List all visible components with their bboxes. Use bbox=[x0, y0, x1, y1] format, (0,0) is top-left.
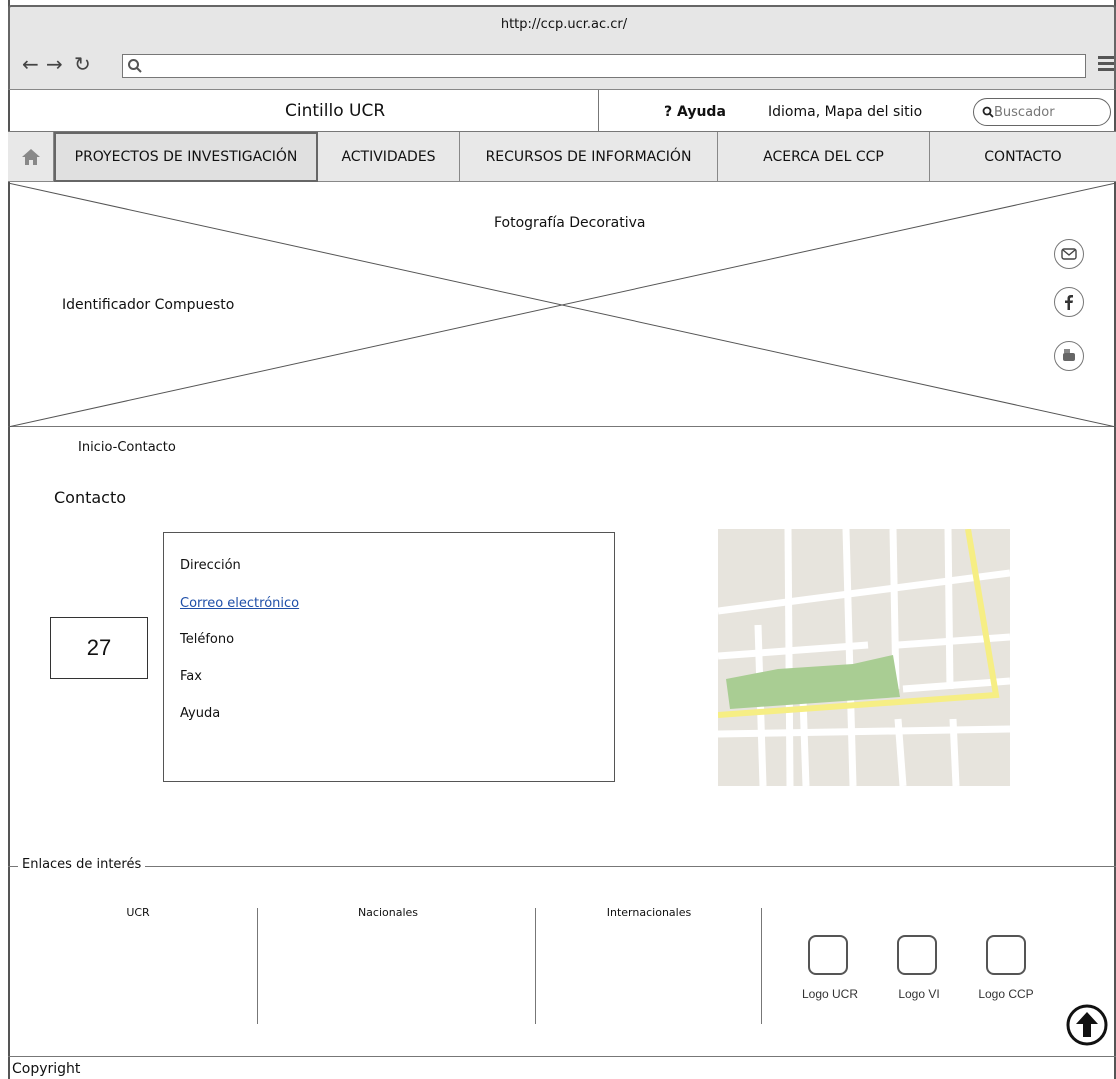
help-label: Ayuda bbox=[677, 104, 726, 120]
menu-proyectos[interactable]: PROYECTOS DE INVESTIGACIÓN bbox=[54, 132, 318, 182]
page-title: Contacto bbox=[54, 488, 127, 507]
annotation-number: 27 bbox=[50, 617, 148, 679]
question-icon: ? bbox=[664, 104, 677, 120]
email-icon[interactable] bbox=[1054, 239, 1084, 269]
forward-arrow-icon[interactable]: → bbox=[46, 54, 63, 74]
logo-vi-image[interactable] bbox=[897, 935, 937, 975]
home-button[interactable] bbox=[8, 132, 54, 182]
youtube-icon[interactable] bbox=[1054, 341, 1084, 371]
address-bar[interactable] bbox=[122, 54, 1086, 78]
column-separator bbox=[535, 908, 536, 1024]
footer-divider bbox=[8, 1056, 1116, 1057]
menu-acerca[interactable]: ACERCA DEL CCP bbox=[718, 132, 930, 182]
composite-identifier: Identificador Compuesto bbox=[62, 297, 235, 313]
links-divider bbox=[8, 866, 1116, 867]
header-divider bbox=[598, 90, 599, 132]
links-section-title: Enlaces de interés bbox=[18, 857, 146, 872]
home-icon bbox=[21, 149, 40, 165]
logo-vi-label: Logo VI bbox=[898, 987, 940, 1001]
help-link[interactable]: ? Ayuda bbox=[664, 104, 726, 120]
facebook-icon[interactable] bbox=[1054, 287, 1084, 317]
contact-help: Ayuda bbox=[180, 706, 221, 721]
browser-navbar: ← → ↻ bbox=[8, 44, 1116, 90]
logo-ccp-label: Logo CCP bbox=[978, 987, 1034, 1001]
browser-titlebar: http://ccp.ucr.ac.cr/ bbox=[8, 5, 1116, 45]
scroll-to-top-icon[interactable] bbox=[1065, 1003, 1109, 1047]
links-column-nacionales: Nacionales bbox=[357, 906, 419, 919]
column-separator bbox=[257, 908, 258, 1024]
menu-actividades[interactable]: ACTIVIDADES bbox=[318, 132, 460, 182]
links-column-internacionales: Internacionales bbox=[606, 906, 692, 919]
contact-fax: Fax bbox=[180, 669, 202, 684]
breadcrumb[interactable]: Inicio-Contacto bbox=[78, 440, 176, 455]
logo-ccp-image[interactable] bbox=[986, 935, 1026, 975]
back-arrow-icon[interactable]: ← bbox=[22, 54, 39, 74]
search-icon bbox=[982, 106, 994, 118]
logo-ucr-image[interactable] bbox=[808, 935, 848, 975]
contact-email-link[interactable]: Correo electrónico bbox=[180, 596, 299, 611]
language-sitemap-links[interactable]: Idioma, Mapa del sitio bbox=[768, 104, 922, 120]
contact-address: Dirección bbox=[180, 558, 241, 573]
map-image[interactable] bbox=[718, 529, 1010, 786]
contact-phone: Teléfono bbox=[180, 632, 235, 647]
copyright: Copyright bbox=[12, 1061, 81, 1077]
links-column-ucr: UCR bbox=[126, 906, 150, 919]
photo-label: Fotografía Decorativa bbox=[494, 215, 646, 231]
header-row bbox=[8, 90, 1116, 132]
reload-icon[interactable]: ↻ bbox=[74, 54, 91, 74]
hamburger-menu-icon[interactable] bbox=[1098, 56, 1114, 72]
menu-recursos[interactable]: RECURSOS DE INFORMACIÓN bbox=[460, 132, 718, 182]
logo-ucr-label: Logo UCR bbox=[801, 987, 859, 1001]
search-icon bbox=[128, 59, 142, 73]
menu-contacto[interactable]: CONTACTO bbox=[930, 132, 1116, 182]
browser-url: http://ccp.ucr.ac.cr/ bbox=[500, 17, 628, 32]
cintillo-ucr: Cintillo UCR bbox=[285, 101, 386, 121]
column-separator bbox=[761, 908, 762, 1024]
